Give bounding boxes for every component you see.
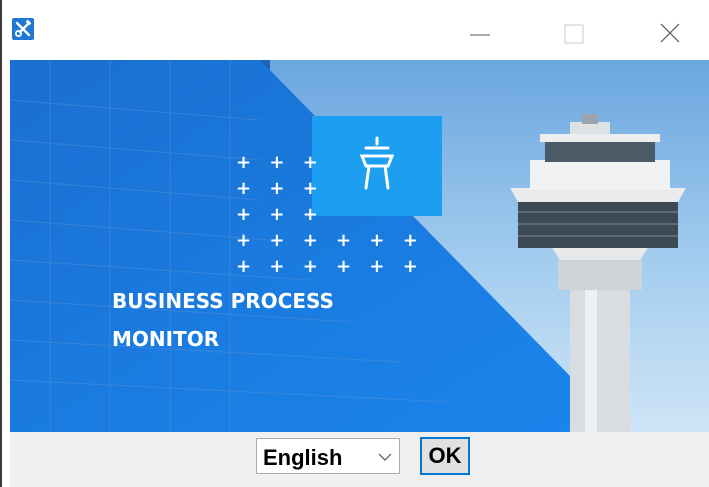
ok-button[interactable]: OK bbox=[420, 437, 470, 475]
plus-row: + + + bbox=[236, 152, 324, 173]
plus-row: + + + bbox=[236, 178, 324, 199]
window-edge bbox=[0, 0, 2, 487]
language-select[interactable]: English bbox=[256, 438, 400, 474]
tools-icon bbox=[12, 18, 34, 40]
maximize-button[interactable] bbox=[550, 10, 596, 54]
plus-row: + + + + + + bbox=[236, 256, 424, 277]
minimize-icon bbox=[470, 34, 490, 36]
product-title-line2: MONITOR bbox=[112, 327, 220, 351]
close-icon bbox=[660, 23, 680, 43]
plus-row: + + + bbox=[236, 204, 324, 225]
chevron-down-icon bbox=[378, 453, 392, 461]
product-title: BUSINESS PROCESS MONITOR bbox=[112, 282, 334, 358]
close-button[interactable] bbox=[647, 10, 693, 54]
title-bar bbox=[2, 0, 709, 60]
minimize-button[interactable] bbox=[457, 10, 503, 54]
splash-window: + + + + + + + + + + + + + + + + + + + + … bbox=[0, 0, 709, 487]
product-title-line1: BUSINESS PROCESS bbox=[112, 289, 334, 313]
maximize-icon bbox=[564, 24, 584, 44]
language-value: English bbox=[263, 445, 343, 470]
splash-banner: + + + + + + + + + + + + + + + + + + + + … bbox=[10, 60, 709, 432]
plus-pattern: + + + + + + + + + + + + + + + + + + + + … bbox=[236, 150, 424, 280]
plus-row: + + + + + + bbox=[236, 230, 424, 251]
bottom-bar: English OK bbox=[10, 432, 709, 487]
